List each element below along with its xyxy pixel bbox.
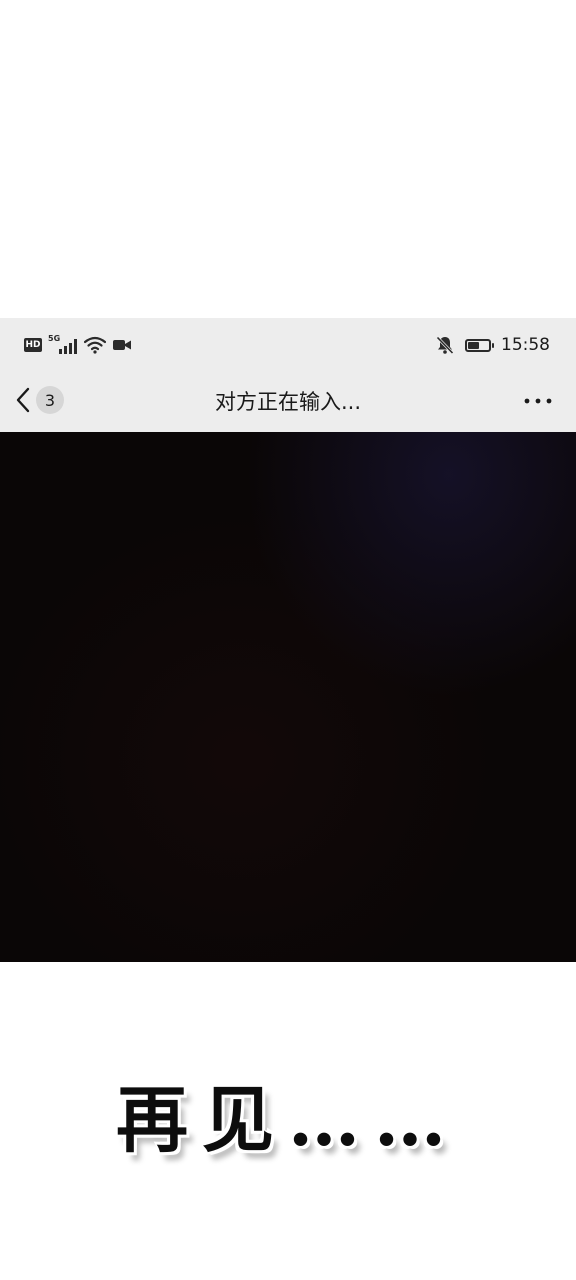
chat-title: 对方正在输入... — [214, 390, 362, 414]
chat-header: 3 对方正在输入... — [0, 370, 576, 432]
caption: 再见…… — [0, 1070, 576, 1180]
more-dots-icon — [524, 398, 552, 404]
signal-bars — [59, 339, 77, 354]
battery-level — [468, 341, 480, 349]
more-button[interactable] — [520, 388, 556, 414]
video-call-icon — [113, 340, 131, 350]
status-left-icons: HD 5G — [24, 334, 132, 356]
hd-icon: HD — [24, 338, 42, 352]
status-time: 15:58 — [501, 335, 550, 355]
wifi-icon — [84, 336, 106, 354]
dark-photo — [0, 432, 576, 962]
bell-muted-icon — [436, 336, 454, 355]
meme-page: HD 5G 15:58 3 对方正在输入... 再见…… — [0, 0, 576, 1280]
battery-icon — [465, 338, 494, 352]
signal-5g-icon: 5G — [48, 334, 78, 355]
status-bar: HD 5G 15:58 — [0, 318, 576, 370]
chat-screenshot: HD 5G 15:58 3 对方正在输入... — [0, 318, 576, 962]
status-right-icons: 15:58 — [435, 332, 550, 358]
caption-text: 再见…… — [115, 1077, 460, 1162]
